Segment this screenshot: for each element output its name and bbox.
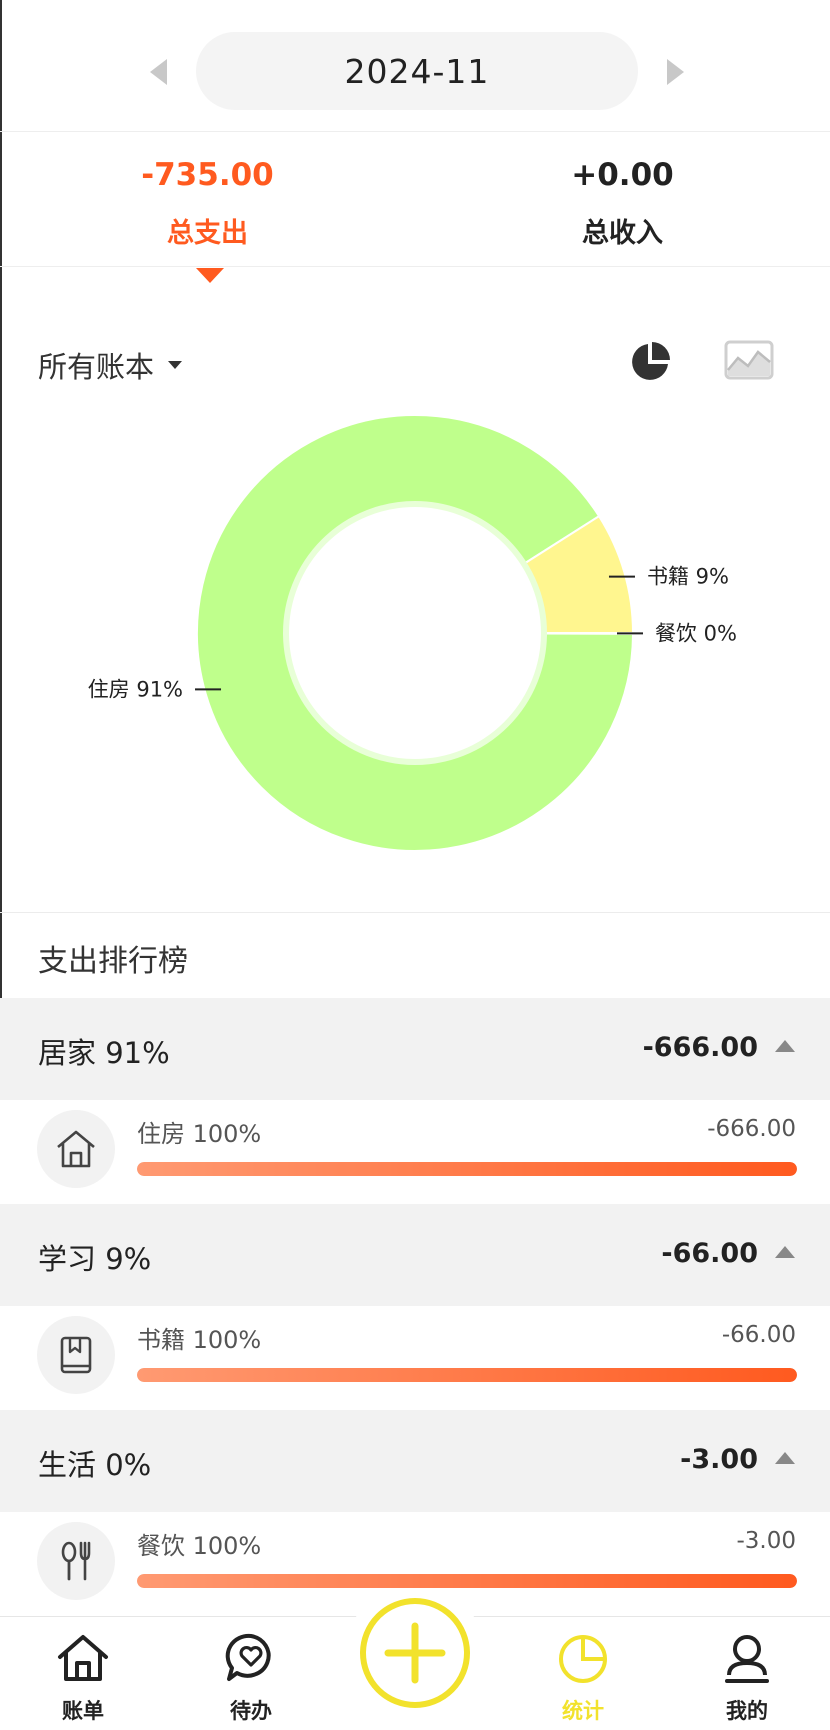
caret-up-icon [775, 1040, 795, 1052]
nav-item-bills[interactable]: 账单 [0, 1617, 166, 1730]
group-amount: -666.00 [642, 1032, 758, 1063]
pie-chart-icon [632, 342, 670, 380]
chevron-left-icon [150, 59, 167, 85]
book-selector[interactable]: 所有账本 [38, 344, 183, 386]
heart-chat-icon [225, 1633, 271, 1681]
slice-label: 餐饮 0% [655, 621, 737, 645]
ranking-item[interactable]: 住房 100% -666.00 [0, 1100, 830, 1204]
summary-totals: -735.00 总支出 +0.00 总收入 [0, 133, 830, 267]
nav-label: 待办 [230, 1699, 272, 1723]
item-amount: -66.00 [721, 1322, 796, 1348]
item-amount: -3.00 [736, 1528, 796, 1554]
user-icon [725, 1635, 769, 1683]
income-total-label: 总收入 [582, 218, 663, 249]
ranking-group[interactable]: 学习 9% -66.00 [0, 1204, 830, 1306]
slice-label: 住房 91% [88, 677, 183, 701]
nav-item-todo[interactable]: 待办 [168, 1617, 334, 1730]
ranking-title: 支出排行榜 [38, 944, 188, 979]
ranking-group[interactable]: 居家 91% -666.00 [0, 998, 830, 1100]
nav-label: 账单 [62, 1699, 104, 1723]
plus-icon [384, 1622, 446, 1684]
caret-up-icon [775, 1246, 795, 1258]
add-record-button[interactable] [360, 1598, 470, 1708]
group-amount: -3.00 [680, 1444, 758, 1475]
progress-fill [137, 1574, 797, 1588]
section-divider [0, 912, 830, 913]
caret-down-icon [168, 361, 183, 369]
book-icon [37, 1316, 115, 1394]
nav-item-me[interactable]: 我的 [664, 1617, 830, 1730]
next-month-button[interactable] [656, 52, 696, 92]
chevron-right-icon [667, 59, 684, 85]
pie-chart-icon [559, 1635, 607, 1683]
group-name: 居家 91% [38, 1036, 170, 1070]
house-icon [58, 1635, 108, 1681]
nav-label: 统计 [562, 1699, 604, 1723]
item-progress-bar [137, 1574, 797, 1588]
item-amount: -666.00 [707, 1116, 796, 1142]
month-selector[interactable]: 2024-11 [196, 32, 638, 110]
group-name: 学习 9% [38, 1242, 152, 1276]
nav-label: 我的 [726, 1699, 768, 1723]
item-name: 餐饮 100% [137, 1532, 262, 1560]
house-icon [37, 1110, 115, 1188]
expense-total-tab[interactable]: -735.00 总支出 [0, 133, 415, 267]
ranking-group[interactable]: 生活 0% -3.00 [0, 1410, 830, 1512]
progress-fill [137, 1368, 797, 1382]
month-label: 2024-11 [344, 51, 490, 91]
progress-fill [137, 1162, 797, 1176]
income-total-tab[interactable]: +0.00 总收入 [415, 133, 830, 267]
active-tab-indicator [196, 268, 224, 283]
item-progress-bar [137, 1368, 797, 1382]
slice-label: 书籍 9% [647, 565, 729, 589]
pie-view-button[interactable] [628, 340, 672, 384]
item-progress-bar [137, 1162, 797, 1176]
line-chart-icon [724, 340, 774, 380]
line-view-button[interactable] [724, 340, 774, 380]
group-amount: -66.00 [661, 1238, 758, 1269]
book-selector-label: 所有账本 [38, 350, 155, 384]
prev-month-button[interactable] [138, 52, 178, 92]
item-name: 书籍 100% [137, 1326, 262, 1354]
expense-total-value: -735.00 [141, 157, 274, 193]
income-total-value: +0.00 [571, 157, 674, 193]
utensils-icon [37, 1522, 115, 1600]
item-name: 住房 100% [137, 1120, 262, 1148]
expense-donut-chart: 住房 91% 书籍 9% 餐饮 0% [88, 414, 737, 853]
group-name: 生活 0% [38, 1448, 152, 1482]
ranking-item[interactable]: 书籍 100% -66.00 [0, 1306, 830, 1410]
donut-inner-ring [283, 501, 547, 765]
caret-up-icon [775, 1452, 795, 1464]
nav-item-stats[interactable]: 统计 [500, 1617, 666, 1730]
expense-total-label: 总支出 [167, 218, 248, 249]
